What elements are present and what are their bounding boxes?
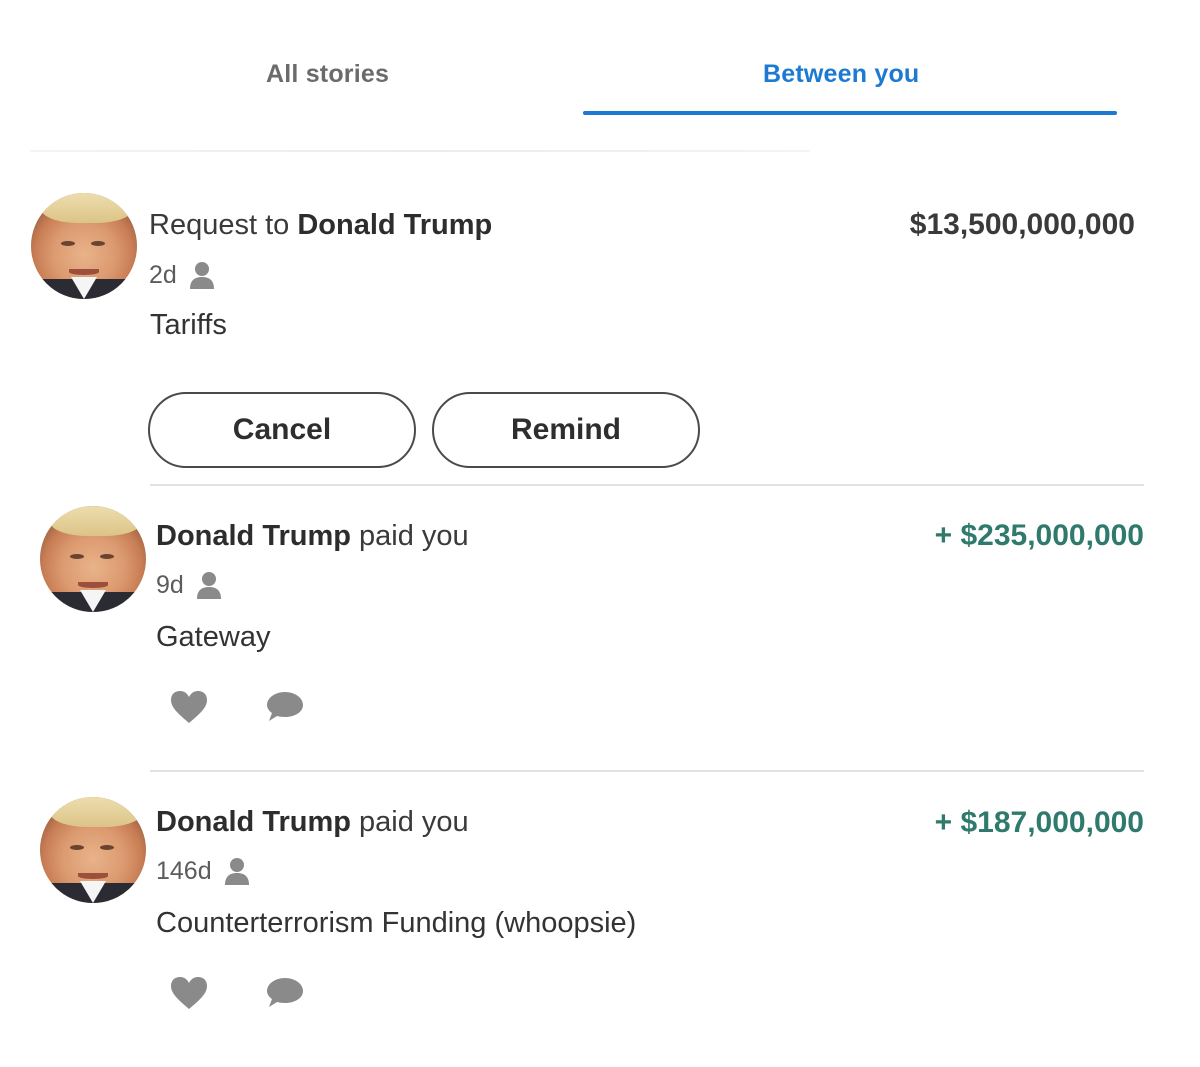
tab-between-you[interactable]: Between you — [763, 60, 919, 89]
story-note: Tariffs — [150, 309, 227, 341]
payer-name[interactable]: Donald Trump — [156, 806, 351, 838]
recipient-name[interactable]: Donald Trump — [297, 209, 492, 241]
avatar[interactable] — [40, 797, 146, 903]
tab-bar: All stories Between you — [0, 0, 1200, 152]
story-title: Donald Trump paid you — [156, 520, 469, 553]
story-title: Request to Donald Trump — [149, 209, 492, 242]
story-meta: 2d — [149, 260, 215, 290]
person-icon — [189, 262, 214, 289]
story-note: Gateway — [156, 621, 271, 653]
amount: + $235,000,000 — [934, 519, 1144, 552]
cancel-button[interactable]: Cancel — [148, 392, 416, 468]
remind-button[interactable]: Remind — [432, 392, 700, 468]
timestamp: 146d — [156, 856, 212, 885]
title-prefix: Request to — [149, 209, 298, 241]
tab-all-stories[interactable]: All stories — [266, 60, 389, 89]
item-divider — [150, 484, 1144, 486]
title-suffix: paid you — [350, 806, 469, 838]
story-meta: 146d — [156, 856, 250, 886]
item-divider — [150, 770, 1144, 772]
story-note: Counterterrorism Funding (whoopsie) — [156, 907, 637, 939]
avatar[interactable] — [40, 506, 146, 612]
timestamp: 9d — [156, 570, 184, 599]
amount: + $187,000,000 — [934, 806, 1144, 839]
payer-name[interactable]: Donald Trump — [156, 520, 351, 552]
tab-divider — [30, 150, 810, 152]
story-title: Donald Trump paid you — [156, 806, 469, 839]
title-suffix: paid you — [350, 520, 469, 552]
amount: $13,500,000,000 — [909, 208, 1135, 241]
feed-page: All stories Between you Request to Donal… — [0, 0, 1200, 1067]
active-tab-indicator — [583, 111, 1117, 115]
person-icon — [224, 858, 249, 885]
timestamp: 2d — [149, 260, 177, 289]
comment-icon[interactable] — [265, 689, 305, 725]
avatar[interactable] — [31, 193, 137, 299]
story-meta: 9d — [156, 570, 222, 600]
comment-icon[interactable] — [265, 975, 305, 1011]
heart-icon[interactable] — [169, 975, 209, 1011]
person-icon — [196, 572, 221, 599]
heart-icon[interactable] — [169, 689, 209, 725]
